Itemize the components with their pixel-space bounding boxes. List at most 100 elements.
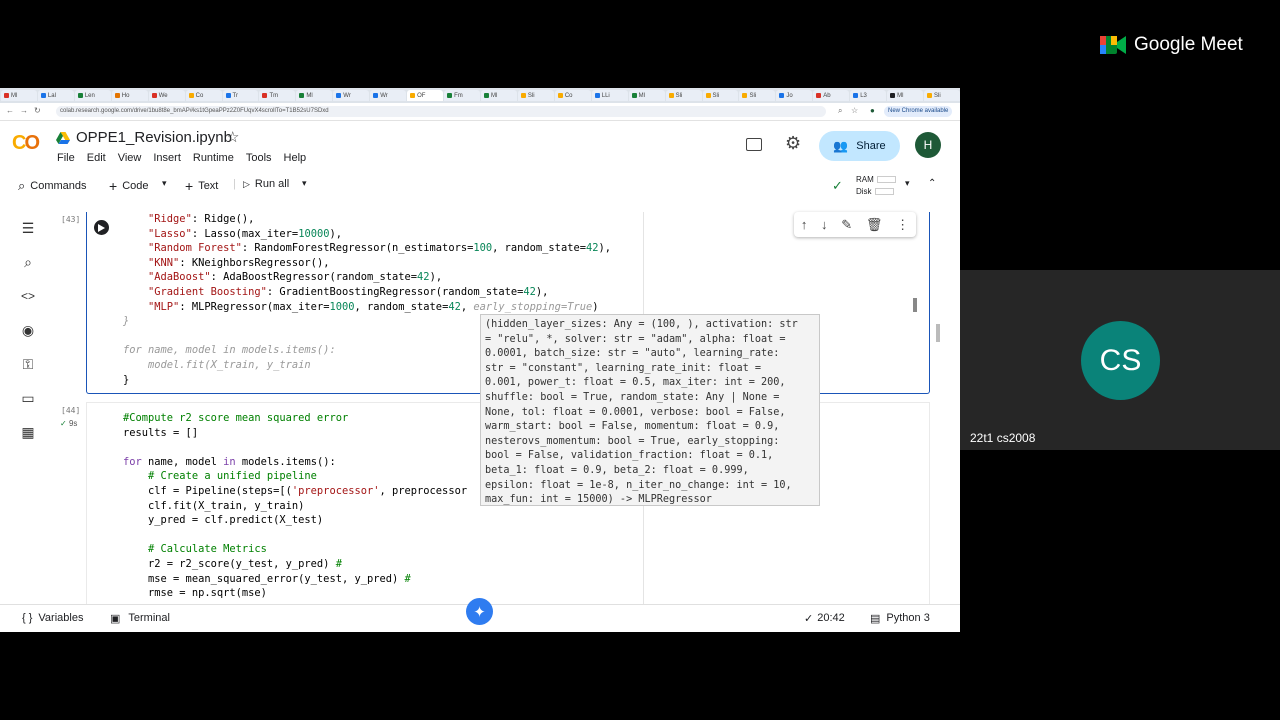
browser-tab[interactable]: Tr <box>222 90 259 101</box>
tab-label: Len <box>84 92 95 99</box>
tooltip-line: max_fun: int = 15000) -> MLPRegressor <box>485 494 712 506</box>
code-line: y_pred = clf.predict(X_test) <box>123 513 467 528</box>
resource-monitor[interactable]: RAM Disk <box>856 174 896 198</box>
browser-tab[interactable]: Fm <box>444 90 480 101</box>
gear-icon[interactable]: ⚙ <box>785 133 801 154</box>
add-code-button[interactable]: + Code <box>109 178 148 194</box>
play-icon: ▷ <box>243 178 250 189</box>
browser-tab[interactable]: Co <box>554 90 591 101</box>
terminal-icon: ▣ <box>110 613 121 625</box>
code-token: "Random Forest" <box>148 242 242 255</box>
runtime-dropdown-icon[interactable]: ▾ <box>905 178 910 189</box>
browser-tab[interactable]: We <box>148 90 185 101</box>
cell-code-editor[interactable]: #Compute r2 score mean squared error resu… <box>123 411 467 601</box>
tab-favicon-icon <box>373 93 379 98</box>
browser-tab[interactable]: Jo <box>776 90 813 101</box>
browser-tab[interactable]: Sli <box>924 90 960 101</box>
menu-item-insert[interactable]: Insert <box>153 152 181 164</box>
page-scrollbar[interactable] <box>936 324 940 342</box>
zoom-icon[interactable]: ⌕ <box>838 106 842 116</box>
data-table-icon[interactable]: ▦ <box>18 422 38 442</box>
browser-tab[interactable]: Ml <box>887 90 924 101</box>
variable-inspector-icon[interactable]: ◉ <box>18 320 38 340</box>
browser-tab[interactable]: Ho <box>111 90 148 101</box>
kernel-label: Python 3 <box>886 612 930 624</box>
cell-duration: 9s <box>68 419 78 428</box>
terminal-button[interactable]: ▣ Terminal <box>110 612 170 625</box>
browser-tab[interactable]: Tm <box>259 90 296 101</box>
comment-icon[interactable] <box>746 138 762 151</box>
browser-tab[interactable]: L3 <box>850 90 887 101</box>
run-all-dropdown-icon[interactable]: ▾ <box>302 178 307 189</box>
menu-item-tools[interactable]: Tools <box>246 152 272 164</box>
code-token: } <box>123 373 130 386</box>
browser-tab[interactable]: Ml <box>296 90 333 101</box>
url-field[interactable]: colab.research.google.com/drive/1bu8t8e_… <box>56 106 826 117</box>
code-dropdown-icon[interactable]: ▾ <box>162 178 167 189</box>
gemini-sparkle-button[interactable]: ✦ <box>466 598 493 625</box>
browser-tab[interactable]: Sli <box>665 90 702 101</box>
code-token: ), <box>329 227 342 240</box>
execution-status[interactable]: ✓ 20:42 <box>804 612 845 625</box>
tab-favicon-icon <box>668 93 674 98</box>
browser-tab[interactable]: Wr <box>370 90 407 101</box>
browser-tab[interactable]: Ml <box>628 90 665 101</box>
move-up-icon[interactable]: ↑ <box>801 217 808 232</box>
tooltip-line: warm_start: bool = False, momentum: floa… <box>485 421 780 433</box>
last-run-time: 20:42 <box>817 612 845 624</box>
find-replace-icon[interactable]: ⌕ <box>18 252 38 272</box>
code-snippets-icon[interactable]: <> <box>18 286 38 306</box>
browser-tab[interactable]: Len <box>74 90 111 101</box>
share-button[interactable]: 👥 Share <box>819 131 900 161</box>
menu-item-runtime[interactable]: Runtime <box>193 152 234 164</box>
browser-tab[interactable]: Ab <box>813 90 850 101</box>
bookmark-star-icon[interactable]: ☆ <box>851 106 858 115</box>
colab-logo[interactable]: CO <box>12 132 40 155</box>
account-avatar[interactable]: H <box>915 132 941 158</box>
browser-tab[interactable]: Co <box>185 90 222 101</box>
edit-pencil-icon[interactable]: ✎ <box>841 217 852 233</box>
browser-tab[interactable]: Ml <box>1 90 37 101</box>
menu-item-view[interactable]: View <box>118 152 142 164</box>
browser-tab[interactable]: Sli <box>739 90 776 101</box>
browser-tab[interactable]: OF <box>407 90 444 101</box>
star-icon[interactable]: ☆ <box>226 128 239 146</box>
reload-icon[interactable]: ↻ <box>34 106 41 115</box>
commands-button[interactable]: ⌕ Commands <box>18 178 87 194</box>
browser-tab[interactable]: Wr <box>333 90 370 101</box>
delete-icon[interactable]: 🗑 <box>866 217 883 233</box>
tab-favicon-icon <box>927 93 933 98</box>
run-cell-button[interactable] <box>94 220 109 235</box>
more-options-icon[interactable]: ⋮ <box>896 217 909 233</box>
back-icon[interactable]: ← <box>6 106 14 115</box>
browser-tab[interactable]: Sli <box>702 90 739 101</box>
secrets-key-icon[interactable]: ⚿ <box>18 354 38 374</box>
browser-tab[interactable]: Sli <box>517 90 554 101</box>
add-text-button[interactable]: + Text <box>185 178 218 194</box>
move-down-icon[interactable]: ↓ <box>821 217 828 232</box>
profile-icon[interactable]: ● <box>870 106 875 115</box>
tab-label: Lal <box>47 92 56 99</box>
menu-item-edit[interactable]: Edit <box>87 152 106 164</box>
notebook-title[interactable]: OPPE1_Revision.ipynb <box>76 129 232 146</box>
tab-label: Ml <box>638 92 646 99</box>
menu-item-help[interactable]: Help <box>284 152 307 164</box>
files-folder-icon[interactable]: ▭ <box>18 388 38 408</box>
run-all-label: Run all <box>254 178 290 190</box>
menu-item-file[interactable]: File <box>57 152 75 164</box>
browser-tab[interactable]: Ml <box>480 90 517 101</box>
text-label: Text <box>198 180 219 192</box>
chrome-update-badge[interactable]: New Chrome available <box>884 106 953 117</box>
browser-tab[interactable]: LLi <box>591 90 628 101</box>
run-all-button[interactable]: ▷ Run all <box>243 178 289 190</box>
forward-icon[interactable]: → <box>20 106 28 115</box>
editor-scrollbar[interactable] <box>913 298 917 312</box>
browser-tab[interactable]: Lal <box>37 90 74 101</box>
variables-button[interactable]: { } Variables <box>22 612 83 624</box>
table-of-contents-icon[interactable]: ☰ <box>18 218 38 238</box>
tab-favicon-icon <box>742 93 748 98</box>
kernel-indicator[interactable]: ▤ Python 3 <box>870 612 930 625</box>
collapse-header-icon[interactable]: ⌃ <box>928 178 936 189</box>
